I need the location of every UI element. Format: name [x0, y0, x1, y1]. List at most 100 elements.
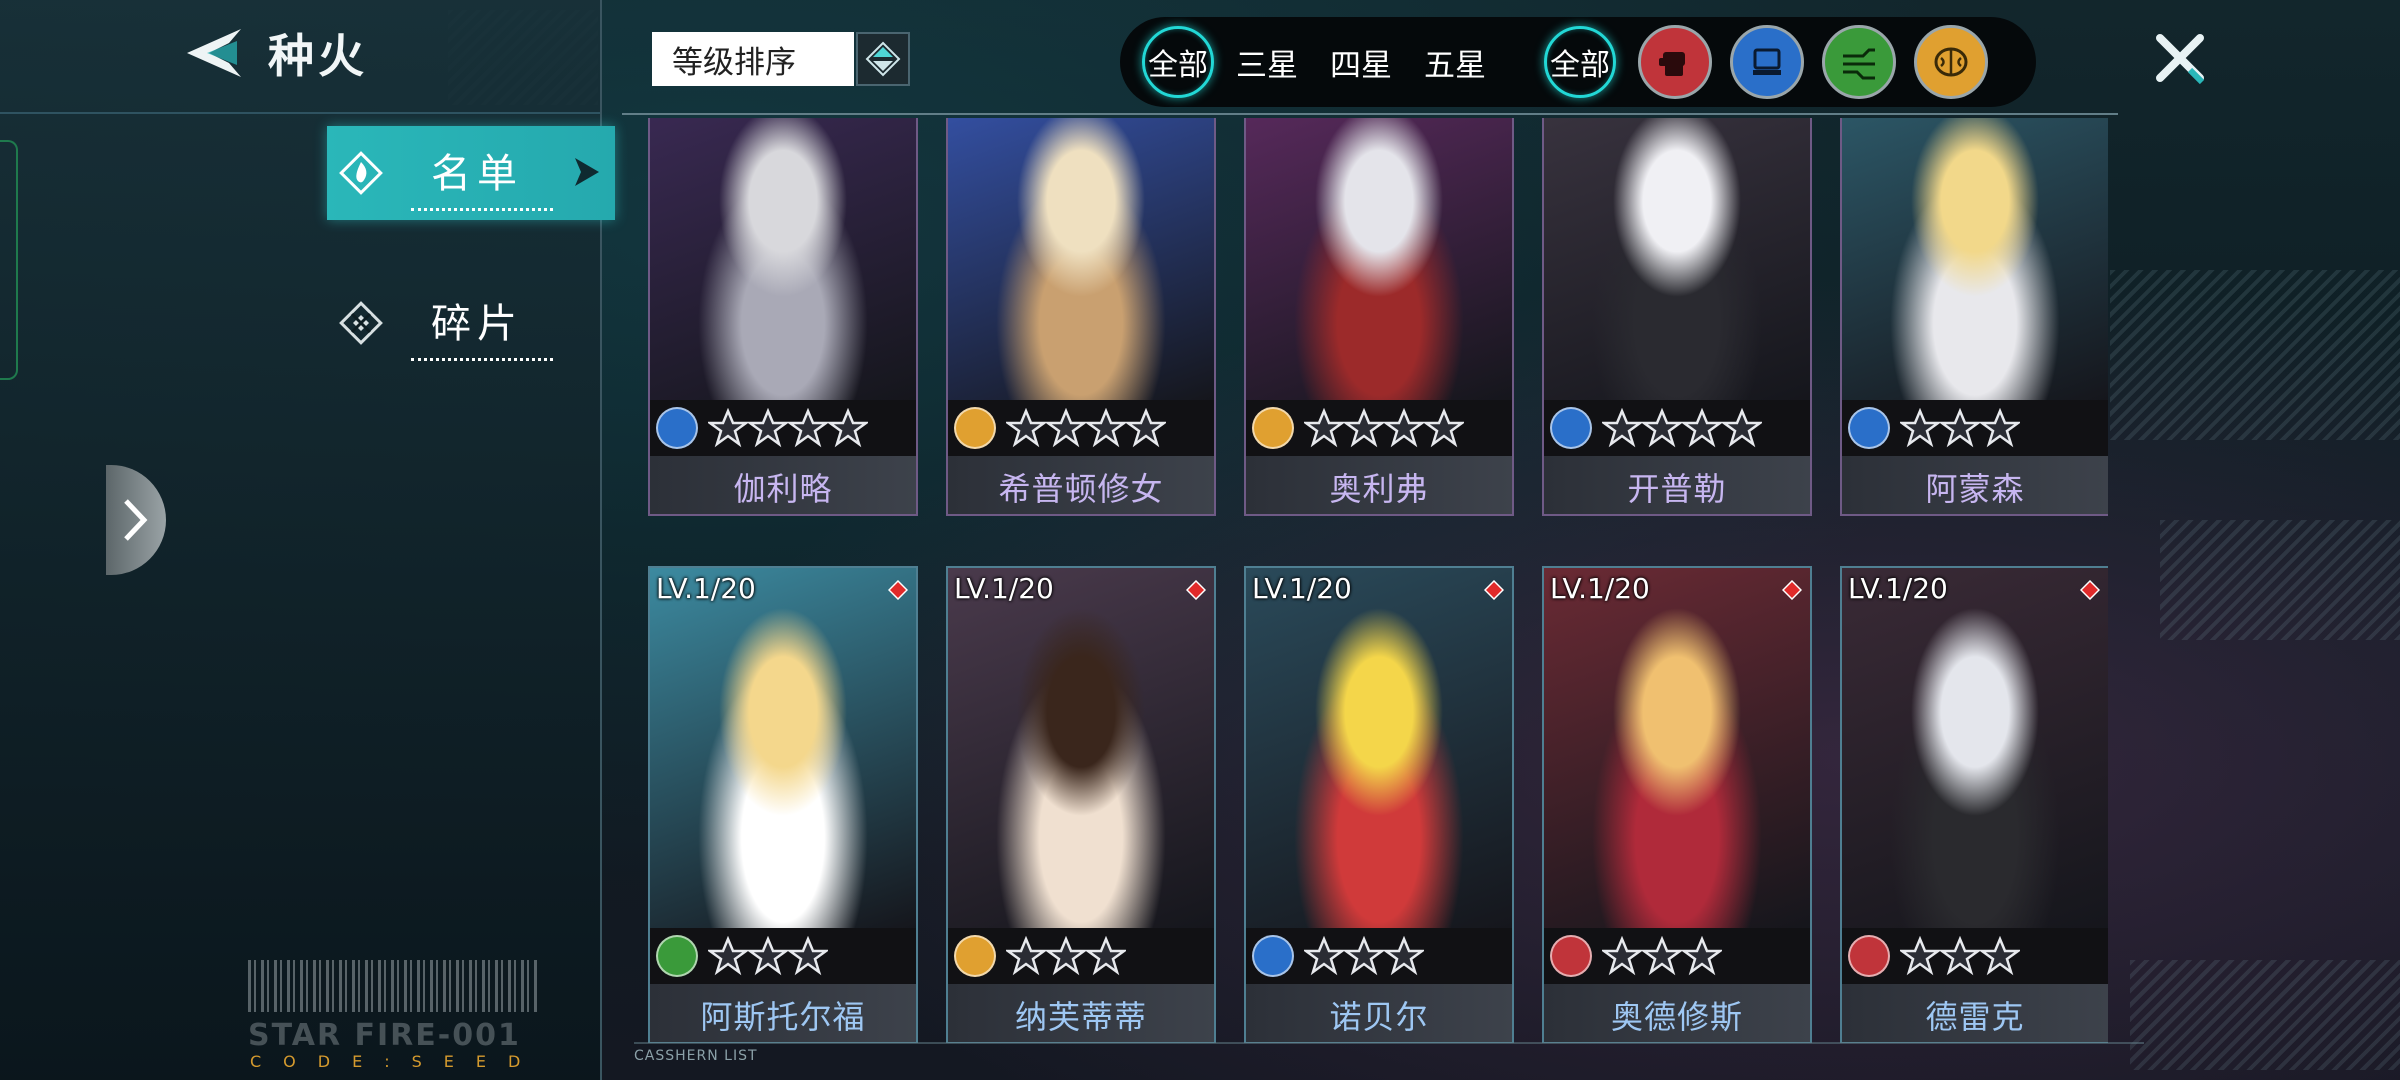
decor-hatch	[2160, 520, 2400, 640]
character-card[interactable]: 开普勒	[1542, 118, 1812, 516]
star-rating	[1842, 400, 2108, 456]
character-portrait	[1842, 568, 2108, 928]
star-icon	[1940, 936, 1980, 976]
star-icon	[1940, 408, 1980, 448]
sort-toggle-button[interactable]	[856, 32, 910, 86]
top-divider	[622, 113, 2118, 115]
character-portrait	[1246, 568, 1512, 928]
flame-diamond-icon	[337, 149, 385, 197]
filter-type-chip[interactable]	[1730, 25, 1804, 99]
character-portrait	[1544, 118, 1810, 400]
star-icon	[1602, 408, 1642, 448]
character-level: LV.1/20	[1848, 572, 1948, 605]
character-card[interactable]: 阿蒙森	[1840, 118, 2108, 516]
character-portrait	[948, 568, 1214, 928]
star-icon	[828, 408, 868, 448]
brand-text: STAR FIRE-001	[248, 1018, 521, 1053]
character-card[interactable]: 奥利弗	[1244, 118, 1514, 516]
star-icon	[1006, 408, 1046, 448]
character-level: LV.1/20	[1252, 572, 1352, 605]
character-portrait	[650, 118, 916, 400]
star-rating	[650, 400, 916, 456]
star-icon	[1980, 936, 2020, 976]
star-icon	[1126, 408, 1166, 448]
filter-rarity-3star[interactable]: 三星	[1236, 40, 1298, 85]
filter-rarity-4star[interactable]: 四星	[1330, 40, 1392, 85]
tab-fragments-label: 碎片	[411, 291, 553, 361]
star-icon	[708, 408, 748, 448]
tab-fragments[interactable]: 碎片	[327, 276, 615, 370]
character-portrait	[1246, 118, 1512, 400]
red-gem-icon	[888, 580, 908, 600]
star-icon	[1384, 408, 1424, 448]
character-card[interactable]: LV.1/20 诺贝尔	[1244, 566, 1514, 1043]
filter-type-brain[interactable]	[1914, 25, 1988, 99]
character-card[interactable]: 伽利略	[648, 118, 918, 516]
star-rating	[948, 400, 1214, 456]
chip-icon	[656, 407, 698, 449]
tab-roster[interactable]: 名单	[327, 126, 615, 220]
sort-dropdown[interactable]: 等级排序	[652, 32, 854, 86]
star-icon	[1722, 408, 1762, 448]
star-icon	[748, 408, 788, 448]
chip-icon	[1753, 48, 1781, 75]
chip-icon	[1550, 407, 1592, 449]
star-icon	[1046, 408, 1086, 448]
filter-rarity-all[interactable]: 全部	[1142, 26, 1214, 98]
star-icon	[1642, 936, 1682, 976]
close-button[interactable]	[2150, 28, 2210, 88]
circuit-icon	[1843, 48, 1875, 80]
character-portrait	[948, 118, 1214, 400]
star-icon	[1046, 936, 1086, 976]
character-name: 德雷克	[1842, 984, 2108, 1042]
red-gem-icon	[1782, 580, 1802, 600]
star-rating	[1842, 928, 2108, 984]
star-icon	[1384, 936, 1424, 976]
character-card[interactable]: LV.1/20 德雷克	[1840, 566, 2108, 1043]
game-screen: 种火 名单 碎片 STAR FIRE-001 CODE:SEED 等级排序 全部…	[0, 0, 2400, 1080]
list-caption: CASSHERN LIST	[634, 1048, 758, 1064]
star-icon	[1602, 936, 1642, 976]
star-icon	[1424, 408, 1464, 448]
panel-edge-line	[0, 140, 18, 380]
circuit-icon	[656, 935, 698, 977]
character-portrait	[1842, 118, 2108, 400]
red-gem-icon	[1484, 580, 1504, 600]
star-rating	[650, 928, 916, 984]
tab-roster-label: 名单	[411, 141, 553, 211]
filter-type-all[interactable]: 全部	[1544, 26, 1616, 98]
star-icon	[1682, 936, 1722, 976]
decor-hatch	[2130, 960, 2400, 1070]
character-name: 奥德修斯	[1544, 984, 1810, 1042]
character-card[interactable]: 希普顿修女	[946, 118, 1216, 516]
brain-icon	[954, 935, 996, 977]
character-card[interactable]: LV.1/20 奥德修斯	[1542, 566, 1812, 1043]
brain-icon	[1934, 47, 1968, 77]
character-name: 纳芙蒂蒂	[948, 984, 1214, 1042]
sort-label: 等级排序	[672, 44, 796, 81]
character-level: LV.1/20	[656, 572, 756, 605]
star-icon	[1304, 408, 1344, 448]
page-title: 种火	[268, 29, 368, 83]
star-icon	[1006, 936, 1046, 976]
character-card[interactable]: LV.1/20 纳芙蒂蒂	[946, 566, 1216, 1043]
filter-rarity-5star[interactable]: 五星	[1424, 40, 1486, 85]
star-icon	[788, 408, 828, 448]
filter-type-circuit[interactable]	[1822, 25, 1896, 99]
character-name: 阿斯托尔福	[650, 984, 916, 1042]
filter-bar: 全部 三星 四星 五星 全部	[1120, 17, 2036, 107]
character-card[interactable]: LV.1/20 阿斯托尔福	[648, 566, 918, 1043]
back-icon[interactable]	[180, 24, 246, 82]
star-icon	[1642, 408, 1682, 448]
chevron-right-icon	[124, 499, 148, 541]
close-icon	[2156, 34, 2205, 85]
star-icon	[748, 936, 788, 976]
character-portrait	[1544, 568, 1810, 928]
bottom-divider	[634, 1042, 2144, 1044]
star-icon	[788, 936, 828, 976]
header: 种火	[180, 18, 368, 88]
shard-diamond-icon	[337, 299, 385, 347]
star-icon	[1900, 408, 1940, 448]
sort-order-icon	[865, 41, 901, 77]
filter-type-fist[interactable]	[1638, 25, 1712, 99]
